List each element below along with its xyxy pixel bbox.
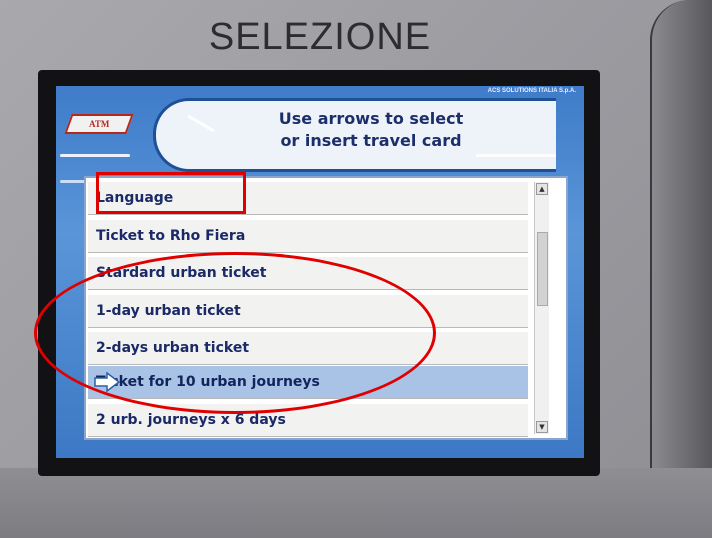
- annotation-rectangle: [96, 172, 246, 214]
- menu-item-ticket-rho-fiera[interactable]: Ticket to Rho Fiera: [88, 220, 528, 253]
- ticket-kiosk: SELEZIONE ACS SOLUTIONS ITALIA S.p.A. AT…: [0, 0, 712, 538]
- menu-item-2-journeys-6-days[interactable]: 2 urb. journeys x 6 days: [88, 404, 528, 437]
- kiosk-side-panel: [650, 0, 712, 538]
- menu-item-label: 2 urb. journeys x 6 days: [96, 412, 286, 428]
- instruction-line-2: or insert travel card: [280, 131, 462, 150]
- menu-item-label: Ticket to Rho Fiera: [96, 228, 246, 244]
- scrollbar-thumb[interactable]: [537, 232, 548, 306]
- scroll-up-icon[interactable]: ▲: [536, 183, 548, 195]
- logo-text: ATM: [88, 119, 110, 129]
- glare-reflection: [476, 154, 556, 157]
- atm-logo: ATM: [64, 114, 134, 134]
- vendor-label: ACS SOLUTIONS ITALIA S.p.A.: [487, 88, 576, 94]
- kiosk-title: SELEZIONE: [208, 16, 432, 58]
- scroll-down-icon[interactable]: ▼: [536, 421, 548, 433]
- menu-scrollbar[interactable]: ▲ ▼: [534, 182, 549, 434]
- kiosk-lower-panel: [0, 468, 712, 538]
- instruction-line-1: Use arrows to select: [278, 109, 464, 128]
- instruction-text: Use arrows to select or insert travel ca…: [266, 108, 476, 152]
- annotation-ellipse: [34, 252, 436, 414]
- glare-reflection: [60, 154, 130, 157]
